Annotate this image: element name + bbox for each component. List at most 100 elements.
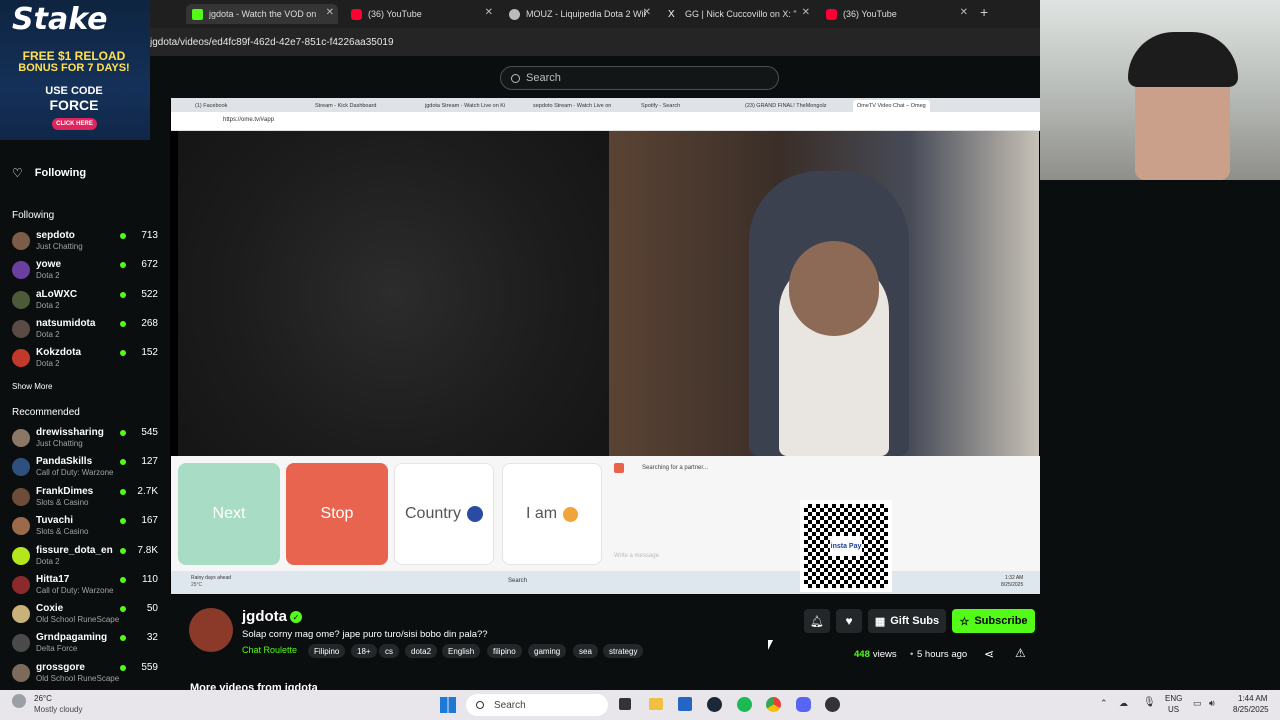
next-button[interactable]: Next bbox=[178, 463, 280, 565]
tag[interactable]: gaming bbox=[528, 644, 567, 658]
channel-item[interactable]: Kokzdota Dota 2 152 bbox=[12, 347, 168, 375]
close-icon[interactable]: ✕ bbox=[485, 7, 493, 18]
channel-game: Call of Duty: Warzone bbox=[36, 586, 114, 595]
browser-tab-liquipedia[interactable]: MOUZ - Liquipedia Dota 2 Wiki ✕ bbox=[503, 4, 655, 24]
category-link[interactable]: Chat Roulette bbox=[242, 645, 297, 655]
heart-follow-icon[interactable]: ♥ bbox=[836, 609, 862, 633]
steam-icon[interactable] bbox=[707, 697, 722, 712]
tag[interactable]: cs bbox=[379, 644, 399, 658]
channel-item[interactable]: PandaSkills Call of Duty: Warzone 127 bbox=[12, 456, 168, 484]
live-dot bbox=[120, 459, 126, 465]
obs-icon[interactable] bbox=[825, 697, 840, 712]
report-icon[interactable]: ⚠ bbox=[1015, 646, 1026, 660]
channel-item[interactable]: grossgore Old School RuneScape 559 bbox=[12, 662, 168, 690]
tag[interactable]: dota2 bbox=[405, 644, 438, 658]
close-icon[interactable]: ✕ bbox=[326, 7, 334, 18]
windows-start-icon[interactable] bbox=[440, 697, 456, 713]
i-am-button[interactable]: I am bbox=[502, 463, 602, 565]
avatar bbox=[12, 261, 30, 279]
chrome-icon[interactable] bbox=[766, 697, 781, 712]
close-icon[interactable]: ✕ bbox=[802, 7, 810, 18]
network-icon[interactable]: ▭ bbox=[1193, 698, 1202, 709]
channel-item[interactable]: drewissharing Just Chatting 545 bbox=[12, 427, 168, 455]
verified-icon: ✓ bbox=[290, 611, 302, 623]
url-text[interactable]: jgdota/videos/ed4fc89f-462d-42e7-851c-f4… bbox=[150, 37, 394, 48]
live-dot bbox=[120, 262, 126, 268]
channel-item[interactable]: Hitta17 Call of Duty: Warzone 110 bbox=[12, 574, 168, 602]
streamer-avatar[interactable] bbox=[189, 608, 233, 652]
tag[interactable]: sea bbox=[573, 644, 598, 658]
channel-item[interactable]: yowe Dota 2 672 bbox=[12, 259, 168, 287]
avatar bbox=[12, 488, 30, 506]
mic-icon[interactable]: 🎙︎ bbox=[1143, 697, 1156, 708]
message-input[interactable]: Write a message bbox=[614, 553, 659, 559]
channel-name: Kokzdota bbox=[36, 347, 81, 358]
task-view-icon[interactable] bbox=[619, 698, 631, 710]
channel-item[interactable]: fissure_dota_en Dota 2 7.8K bbox=[12, 545, 168, 573]
streamer-name[interactable]: jgdota bbox=[242, 608, 287, 625]
ad-cta-button[interactable]: CLICK HERE bbox=[52, 118, 97, 130]
stake-ad[interactable]: Stake FREE $1 RELOAD BONUS FOR 7 DAYS! U… bbox=[0, 0, 150, 148]
sidebar-item-following[interactable]: ♡ Following bbox=[12, 166, 86, 180]
gift-subs-button[interactable]: ▦ Gift Subs bbox=[868, 609, 946, 633]
x-logo-icon: X bbox=[668, 8, 675, 20]
clock-time[interactable]: 1:44 AM bbox=[1238, 694, 1267, 703]
flag-icon bbox=[467, 506, 484, 522]
region[interactable]: US bbox=[1168, 705, 1179, 714]
chevron-up-icon[interactable]: ⌃ bbox=[1100, 698, 1108, 709]
new-tab-button[interactable]: + bbox=[980, 4, 988, 20]
tab-label: GG | Nick Cuccovillo on X: "Foll bbox=[685, 9, 797, 19]
more-videos-heading: More videos from jgdota bbox=[190, 682, 318, 690]
tag[interactable]: strategy bbox=[603, 644, 644, 658]
search-input[interactable]: Search bbox=[500, 66, 779, 90]
channel-item[interactable]: natsumidota Dota 2 268 bbox=[12, 318, 168, 346]
discord-icon[interactable] bbox=[796, 697, 811, 712]
channel-item[interactable]: FrankDimes Slots & Casino 2.7K bbox=[12, 486, 168, 514]
onedrive-icon[interactable]: ☁ bbox=[1119, 698, 1128, 709]
country-button[interactable]: Country bbox=[394, 463, 494, 565]
tab-label: jgdota - Watch the VOD on bbox=[209, 9, 317, 19]
show-more-link[interactable]: Show More bbox=[12, 382, 52, 391]
channel-game: Call of Duty: Warzone bbox=[36, 468, 114, 477]
avatar bbox=[12, 429, 30, 447]
store-icon[interactable] bbox=[678, 697, 692, 711]
stop-button[interactable]: Stop bbox=[286, 463, 388, 565]
channel-item[interactable]: aLoWXC Dota 2 522 bbox=[12, 289, 168, 317]
subscribe-label: Subscribe bbox=[974, 615, 1028, 627]
file-explorer-icon[interactable] bbox=[649, 698, 663, 710]
lang[interactable]: ENG bbox=[1165, 694, 1182, 703]
channel-item[interactable]: Tuvachi Slots & Casino 167 bbox=[12, 515, 168, 543]
clock-date[interactable]: 8/25/2025 bbox=[1233, 705, 1269, 714]
close-icon[interactable]: ✕ bbox=[960, 7, 968, 18]
search-placeholder: Search bbox=[526, 72, 561, 84]
close-icon[interactable]: ✕ bbox=[643, 7, 651, 18]
channel-name: Tuvachi bbox=[36, 515, 74, 526]
volume-icon[interactable]: 🔊︎ bbox=[1209, 698, 1215, 709]
viewer-count: 50 bbox=[146, 603, 158, 614]
live-dot bbox=[120, 548, 126, 554]
subscribe-button[interactable]: ☆ Subscribe bbox=[952, 609, 1035, 633]
browser-tab-youtube-2[interactable]: (36) YouTube ✕ bbox=[820, 4, 972, 24]
browser-tab-jgdota[interactable]: jgdota - Watch the VOD on ✕ bbox=[186, 4, 338, 24]
bell-icon[interactable]: 🔔︎ bbox=[804, 609, 830, 633]
gift-subs-label: Gift Subs bbox=[890, 615, 940, 627]
spotify-icon[interactable] bbox=[737, 697, 752, 712]
channel-name: PandaSkills bbox=[36, 456, 93, 467]
share-icon[interactable]: ⋖ bbox=[984, 647, 994, 661]
tag[interactable]: 18+ bbox=[351, 644, 377, 658]
inner-tab: jgdota Stream - Watch Live on Ki bbox=[425, 103, 506, 109]
tag[interactable]: English bbox=[442, 644, 481, 658]
tag[interactable]: Filipino bbox=[308, 644, 346, 658]
channel-item[interactable]: Coxie Old School RuneScape 50 bbox=[12, 603, 168, 631]
avatar bbox=[12, 517, 30, 535]
channel-item[interactable]: Grndpagaming Delta Force 32 bbox=[12, 632, 168, 660]
self-camera bbox=[609, 131, 1039, 456]
browser-tab-x[interactable]: X GG | Nick Cuccovillo on X: "Foll ✕ bbox=[662, 4, 814, 24]
taskbar-search[interactable]: Search bbox=[466, 694, 608, 716]
tag[interactable]: filipino bbox=[487, 644, 522, 658]
viewer-count: 713 bbox=[141, 230, 158, 241]
browser-tab-youtube[interactable]: (36) YouTube ✕ bbox=[345, 4, 497, 24]
channel-item[interactable]: sepdoto Just Chatting 713 bbox=[12, 230, 168, 258]
channel-name: FrankDimes bbox=[36, 486, 94, 497]
kick-icon bbox=[192, 8, 203, 20]
